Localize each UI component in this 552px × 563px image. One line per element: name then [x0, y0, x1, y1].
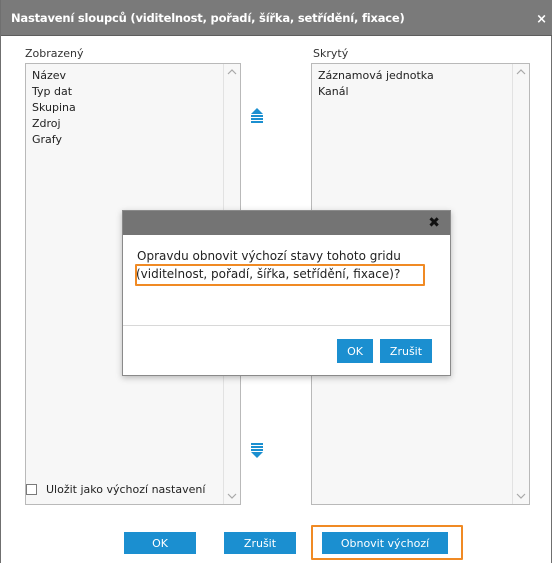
restore-default-button[interactable]: Obnovit výchozí — [322, 532, 448, 554]
dialog-close-icon[interactable]: × — [536, 12, 547, 27]
dialog-title: Nastavení sloupců (viditelnost, pořadí, … — [11, 11, 405, 25]
hidden-column-label: Skrytý — [313, 47, 349, 60]
visible-column-item[interactable]: Název — [32, 68, 218, 84]
hidden-column-item[interactable]: Kanál — [318, 84, 507, 100]
modal-ok-button[interactable]: OK — [337, 339, 373, 363]
move-down-icon[interactable] — [249, 443, 265, 459]
modal-divider — [123, 325, 450, 326]
modal-message-line1: Opravdu obnovit výchozí stavy tohoto gri… — [137, 249, 401, 263]
save-as-default-label: Uložit jako výchozí nastavení — [46, 483, 206, 496]
cancel-button[interactable]: Zrušit — [224, 532, 296, 554]
modal-titlebar: ✖ — [123, 211, 450, 235]
scroll-down-icon[interactable] — [516, 491, 526, 501]
move-up-icon[interactable] — [249, 107, 265, 123]
hidden-list-scrollbar[interactable] — [512, 64, 529, 504]
visible-column-item[interactable]: Skupina — [32, 100, 218, 116]
scroll-up-icon[interactable] — [227, 67, 237, 77]
dialog-titlebar: Nastavení sloupců (viditelnost, pořadí, … — [1, 0, 552, 36]
ok-button[interactable]: OK — [124, 532, 196, 554]
save-as-default-checkbox[interactable] — [26, 484, 37, 495]
modal-close-icon[interactable]: ✖ — [428, 215, 440, 231]
confirm-restore-modal: ✖ Opravdu obnovit výchozí stavy tohoto g… — [122, 210, 451, 376]
scroll-down-icon[interactable] — [227, 491, 237, 501]
scroll-track[interactable] — [513, 82, 529, 486]
scroll-up-icon[interactable] — [516, 67, 526, 77]
visible-column-item[interactable]: Zdroj — [32, 116, 218, 132]
visible-column-label: Zobrazený — [25, 47, 84, 60]
modal-cancel-button[interactable]: Zrušit — [380, 339, 432, 363]
hidden-column-item[interactable]: Záznamová jednotka — [318, 68, 507, 84]
modal-message-highlight — [135, 264, 425, 286]
visible-column-item[interactable]: Typ dat — [32, 84, 218, 100]
visible-column-item[interactable]: Grafy — [32, 132, 218, 148]
